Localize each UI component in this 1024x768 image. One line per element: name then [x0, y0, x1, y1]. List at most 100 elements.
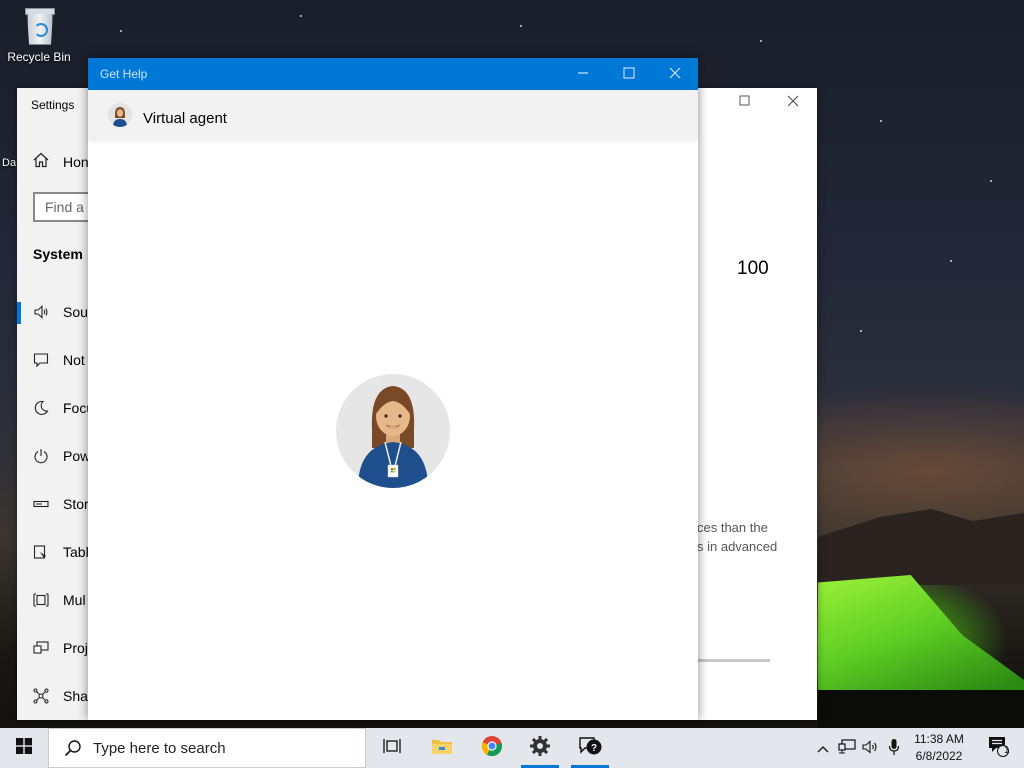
settings-icon: [529, 735, 551, 762]
settings-item-notifications[interactable]: Not: [33, 352, 85, 368]
settings-close-button[interactable]: [787, 94, 799, 110]
taskbar: Type here to search ? 11:38 AM 6/8/2022 …: [0, 728, 1024, 768]
network-tray-button[interactable]: [836, 728, 858, 768]
settings-item-tablet[interactable]: Tabl: [33, 544, 89, 560]
settings-item-storage[interactable]: Stor: [33, 496, 89, 512]
settings-item-label: Stor: [63, 496, 89, 512]
microphone-tray-button[interactable]: [884, 728, 904, 768]
get-help-icon: ?: [577, 735, 603, 762]
multitasking-icon: [33, 592, 49, 608]
settings-description-line: ces than the: [697, 520, 768, 535]
maximize-icon: [623, 66, 635, 82]
virtual-agent-title: Virtual agent: [143, 110, 227, 127]
network-icon: [838, 738, 856, 758]
svg-text:?: ?: [591, 743, 597, 754]
start-button[interactable]: [0, 728, 48, 768]
get-help-maximize-button[interactable]: [606, 58, 652, 90]
clock-date: 6/8/2022: [915, 749, 963, 763]
settings-item-label: Not: [63, 352, 85, 368]
settings-item-label: Sou: [63, 304, 88, 320]
recycle-bin-desktop-icon[interactable]: Recycle Bin: [4, 6, 74, 64]
settings-item-multitasking[interactable]: Mul: [33, 592, 86, 608]
maximize-icon: [739, 94, 751, 110]
mountain: [818, 509, 1024, 585]
settings-taskbar-button[interactable]: [517, 728, 563, 768]
settings-item-shared[interactable]: Sha: [33, 688, 88, 704]
file-explorer-icon: [431, 737, 453, 760]
settings-item-label: Proj: [63, 640, 88, 656]
desktop-icon-label-partial[interactable]: Da: [2, 157, 16, 169]
get-help-titlebar[interactable]: Get Help: [88, 58, 698, 90]
taskbar-clock[interactable]: 11:38 AM 6/8/2022: [908, 731, 970, 765]
get-help-window: Get Help Virtual agent: [88, 58, 698, 720]
show-hidden-icons-button[interactable]: [812, 728, 834, 768]
action-center-button[interactable]: 1: [978, 728, 1018, 768]
settings-slider-track[interactable]: [698, 659, 770, 662]
settings-search-input[interactable]: Find a s: [33, 192, 93, 222]
settings-home-label: Hon: [63, 153, 89, 170]
star: [950, 260, 952, 262]
home-icon: [33, 152, 49, 171]
volume-icon: [862, 739, 880, 758]
settings-home-item[interactable]: Hon: [33, 152, 89, 171]
notification-icon: [33, 352, 49, 368]
virtual-agent-header: Virtual agent: [88, 90, 698, 140]
settings-item-power[interactable]: Pow: [33, 448, 90, 464]
close-icon: [669, 66, 681, 82]
grass: [818, 690, 1024, 730]
taskbar-search-box[interactable]: Type here to search: [48, 728, 366, 768]
task-view-button[interactable]: [369, 728, 415, 768]
taskbar-search-placeholder: Type here to search: [93, 739, 226, 757]
settings-item-label: Pow: [63, 448, 91, 464]
get-help-title: Get Help: [100, 67, 148, 81]
microphone-icon: [888, 738, 900, 759]
settings-item-label: Tabl: [63, 544, 89, 560]
get-help-taskbar-button[interactable]: ?: [567, 728, 613, 768]
settings-section-label: System: [33, 246, 83, 262]
star: [860, 330, 862, 332]
settings-item-focus[interactable]: Focu: [33, 400, 94, 416]
chrome-button[interactable]: [469, 728, 515, 768]
chevron-up-icon: [817, 741, 829, 756]
desktop-icon-label: Recycle Bin: [7, 50, 71, 64]
settings-item-sound[interactable]: Sou: [33, 304, 88, 320]
storage-icon: [33, 496, 49, 512]
get-help-minimize-button[interactable]: [560, 58, 606, 90]
tablet-icon: [33, 544, 49, 560]
star: [300, 15, 302, 17]
virtual-agent-avatar: [336, 374, 450, 488]
power-icon: [33, 448, 49, 464]
settings-item-projecting[interactable]: Proj: [33, 640, 88, 656]
clock-time: 11:38 AM: [914, 732, 964, 746]
star: [120, 30, 122, 32]
star: [520, 25, 522, 27]
star: [880, 120, 882, 122]
get-help-close-button[interactable]: [652, 58, 698, 90]
settings-maximize-button[interactable]: [739, 94, 751, 110]
search-icon: [63, 738, 83, 758]
file-explorer-button[interactable]: [419, 728, 465, 768]
active-item-indicator: [17, 302, 21, 324]
notification-count-badge: 1: [1004, 745, 1010, 756]
settings-description-line[interactable]: s in advanced: [697, 537, 777, 556]
settings-description: ces than the s in advanced: [697, 518, 777, 556]
minimize-icon: [577, 66, 589, 82]
chrome-icon: [481, 735, 503, 762]
settings-value: 100: [737, 258, 769, 279]
volume-tray-button[interactable]: [860, 728, 882, 768]
settings-item-label: Mul: [63, 592, 86, 608]
windows-logo-icon: [16, 737, 32, 759]
star: [760, 40, 762, 42]
task-view-icon: [382, 737, 402, 760]
share-icon: [33, 688, 49, 704]
speaker-icon: [33, 304, 49, 320]
moon-icon: [33, 400, 49, 416]
close-icon: [787, 94, 799, 110]
recycle-bin-icon: [23, 6, 55, 46]
projecting-icon: [33, 640, 49, 656]
settings-title: Settings: [31, 98, 75, 112]
star: [990, 180, 992, 182]
settings-sidebar: Settings Hon Find a s System Sou Not Foc…: [17, 88, 94, 720]
virtual-agent-avatar-icon: [108, 103, 132, 127]
settings-item-label: Sha: [63, 688, 88, 704]
